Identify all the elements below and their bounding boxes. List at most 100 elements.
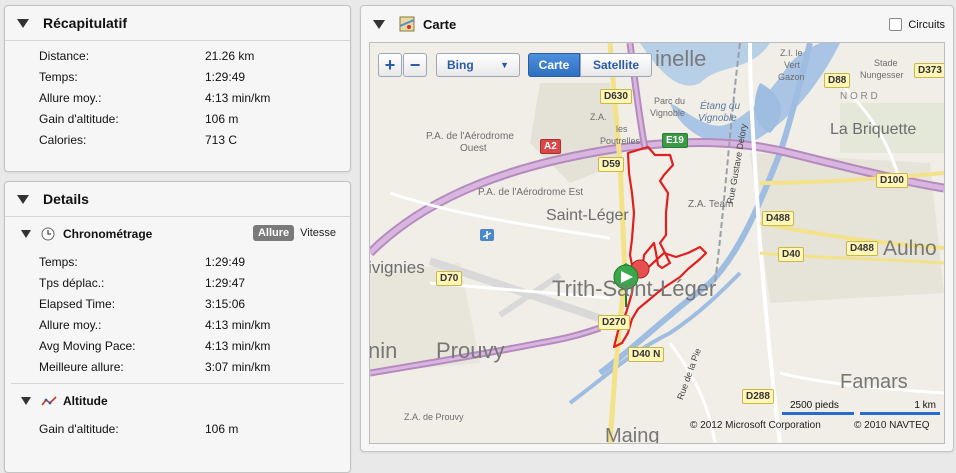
place-label: Saint-Léger — [546, 207, 629, 224]
pace-speed-toggle: Allure Vitesse — [252, 225, 342, 241]
place-label: Famars — [840, 371, 908, 393]
circuits-control: Circuits — [889, 18, 945, 31]
summary-panel: Récapitulatif Distance: 21.26 km Temps: 1:… — [4, 5, 351, 172]
place-label: les — [616, 124, 628, 134]
zoom-in-button[interactable]: + — [378, 53, 402, 77]
copyright-microsoft: © 2012 Microsoft Corporation — [690, 420, 821, 431]
zoom-out-button[interactable]: − — [403, 53, 427, 77]
map-view[interactable]: + − Bing ▼ Carte Satellite inelle Saint-… — [369, 42, 945, 444]
row-label: Tps déplac.: — [39, 275, 105, 290]
circuits-label: Circuits — [908, 18, 945, 31]
scale-bar: 2500 pieds 1 km — [782, 400, 942, 415]
details-title: Details — [43, 191, 89, 207]
timing-row: Meilleure allure: 3:07 min/km — [5, 356, 350, 377]
place-label: P.A. de l'Aérodrome — [426, 131, 514, 142]
place-label: Stade — [874, 58, 898, 68]
place-label: Ouest — [460, 143, 487, 154]
place-label: Nungesser — [860, 70, 904, 80]
disclosure-triangle-icon[interactable] — [21, 230, 31, 238]
scale-metric-label: 1 km — [914, 400, 936, 411]
row-label: Avg Moving Pace: — [39, 338, 136, 353]
map-header[interactable]: Carte Circuits — [361, 6, 953, 42]
row-value: 1:29:49 — [205, 254, 246, 269]
timing-row: Allure moy.: 4:13 min/km — [5, 314, 350, 335]
row-label: Allure moy.: — [39, 317, 102, 332]
altitude-row: Gain d'altitude: 106 m — [5, 418, 350, 439]
place-label: P.A. de l'Aérodrome Est — [478, 187, 584, 198]
place-label: Z.A. de Prouvy — [404, 412, 464, 422]
road-shield: E19 — [662, 133, 688, 148]
place-label: Prouvy — [436, 338, 505, 363]
timing-header[interactable]: Chronométrage Allure Vitesse — [5, 217, 350, 251]
disclosure-triangle-icon[interactable] — [17, 18, 29, 28]
road-shield: D100 — [876, 173, 908, 188]
circuits-checkbox[interactable] — [889, 18, 903, 31]
road-shield: D488 — [762, 211, 794, 226]
altitude-header[interactable]: Altitude — [5, 384, 350, 418]
place-label: inelle — [655, 46, 707, 71]
altitude-rows: Gain d'altitude: 106 m — [5, 418, 350, 439]
summary-header[interactable]: Récapitulatif — [5, 6, 350, 41]
disclosure-triangle-icon[interactable] — [373, 19, 385, 29]
place-label: ivignies — [369, 258, 425, 277]
timing-row: Avg Moving Pace: 4:13 min/km — [5, 335, 350, 356]
road-shield: D59 — [598, 157, 625, 172]
summary-rows: Distance: 21.26 km Temps: 1:29:49 Allure m… — [5, 41, 350, 150]
row-value: 1:29:49 — [205, 69, 246, 84]
place-label: Étang du — [700, 101, 741, 112]
row-value: 4:13 min/km — [205, 338, 271, 353]
speed-toggle-button[interactable]: Vitesse — [294, 225, 342, 241]
row-label: Allure moy.: — [39, 90, 102, 105]
summary-row: Allure moy.: 4:13 min/km — [5, 87, 350, 108]
place-label: nin — [369, 338, 398, 363]
summary-row: Gain d'altitude: 106 m — [5, 108, 350, 129]
row-value: 713 C — [205, 132, 238, 147]
road-shield: D630 — [600, 89, 632, 104]
elevation-chart-icon — [41, 396, 57, 406]
timing-row: Elapsed Time: 3:15:06 — [5, 293, 350, 314]
pace-toggle-button[interactable]: Allure — [252, 225, 295, 241]
row-value: 106 m — [205, 421, 239, 436]
place-label: Gazon — [778, 72, 805, 82]
row-label: Temps: — [39, 69, 78, 84]
timing-rows: Temps: 1:29:49 Tps déplac.: 1:29:47 Elapse… — [5, 251, 350, 377]
disclosure-triangle-icon[interactable] — [17, 194, 29, 204]
row-value: 3:15:06 — [205, 296, 246, 311]
map-provider-value: Bing — [447, 58, 474, 72]
row-label: Meilleure allure: — [39, 359, 124, 374]
place-label: Vignoble — [698, 113, 737, 124]
row-value: 4:13 min/km — [205, 317, 271, 332]
place-label: Vignoble — [650, 108, 685, 118]
map-view-satellite-button[interactable]: Satellite — [580, 53, 652, 77]
place-label: Z.A. — [590, 112, 607, 122]
disclosure-triangle-icon[interactable] — [21, 397, 31, 405]
summary-title: Récapitulatif — [43, 15, 128, 31]
row-value: 4:13 min/km — [205, 90, 271, 105]
map-view-carte-button[interactable]: Carte — [528, 53, 580, 77]
map-title: Carte — [423, 16, 457, 32]
row-value: 21.26 km — [205, 48, 255, 63]
road-shield: D373 — [914, 63, 944, 78]
place-label: Maing — [605, 425, 660, 444]
details-header[interactable]: Details — [5, 182, 350, 217]
scale-metric-bar — [860, 412, 940, 415]
row-label: Gain d'altitude: — [39, 111, 119, 126]
place-label: Trith-Saint-Léger — [552, 276, 717, 301]
road-shield: D88 — [824, 73, 851, 88]
row-label: Elapsed Time: — [39, 296, 116, 311]
place-label: Aulno — [883, 237, 937, 260]
timing-title: Chronométrage — [63, 227, 153, 241]
row-value: 3:07 min/km — [205, 359, 271, 374]
summary-row: Distance: 21.26 km — [5, 45, 350, 66]
road-shield: D70 — [436, 271, 463, 286]
clock-icon — [41, 227, 55, 241]
row-label: Distance: — [39, 48, 90, 63]
row-label: Gain d'altitude: — [39, 421, 119, 436]
row-label: Temps: — [39, 254, 78, 269]
timing-row: Temps: 1:29:49 — [5, 251, 350, 272]
summary-row: Temps: 1:29:49 — [5, 66, 350, 87]
row-label: Calories: — [39, 132, 87, 147]
map-provider-select[interactable]: Bing ▼ — [436, 53, 520, 77]
road-shield: D270 — [598, 315, 630, 330]
place-label: Z.I. le — [780, 48, 803, 58]
